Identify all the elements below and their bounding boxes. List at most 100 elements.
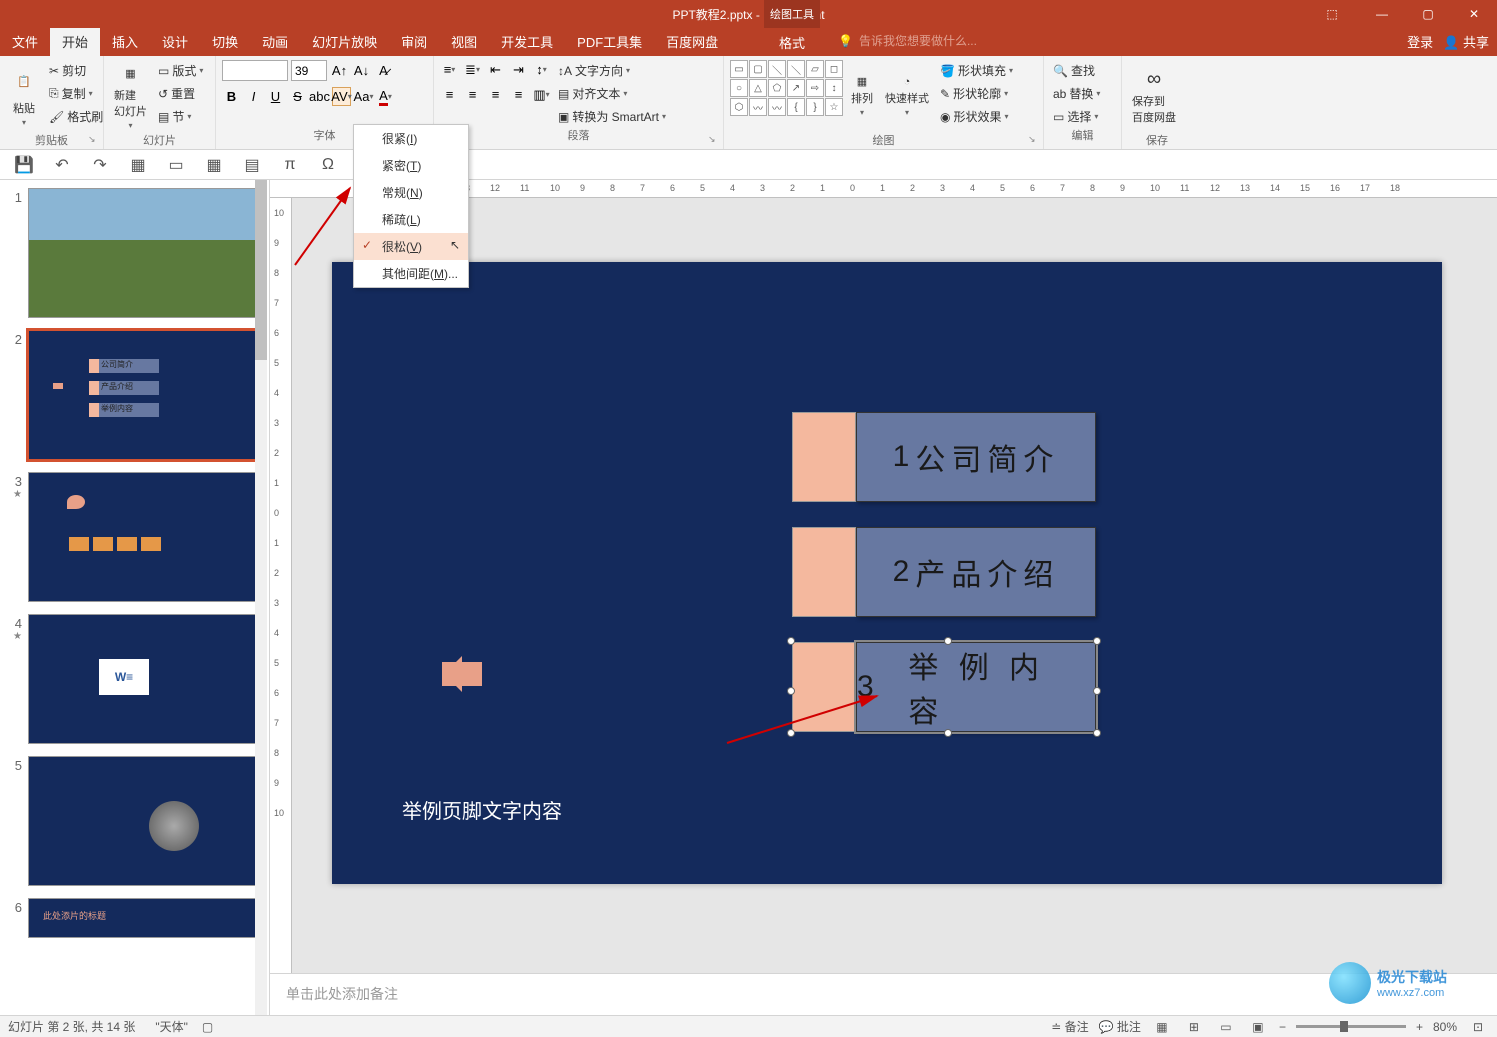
arrange-button[interactable]: ▦排列▾ <box>847 60 877 132</box>
font-color-button[interactable]: A▾ <box>376 87 395 106</box>
tab-insert[interactable]: 插入 <box>100 27 150 56</box>
shape-outline-button[interactable]: ✎形状轮廓▾ <box>937 83 1016 104</box>
shapes-gallery[interactable]: ▭▢＼＼▱◻ ○△⬠↗⇨↕ ⬡〰〰{}☆ <box>730 60 843 116</box>
tab-review[interactable]: 审阅 <box>389 27 439 56</box>
align-right-button[interactable]: ≡ <box>486 85 505 104</box>
columns-button[interactable]: ▥▾ <box>532 85 551 104</box>
bullets-button[interactable]: ≡▾ <box>440 60 459 79</box>
maximize-button[interactable]: ▢ <box>1405 0 1451 28</box>
tab-pdf[interactable]: PDF工具集 <box>565 27 654 56</box>
spacing-tight[interactable]: 紧密(T) <box>354 152 468 179</box>
tab-developer[interactable]: 开发工具 <box>489 27 565 56</box>
slide-thumbnail-panel[interactable]: 1 2 公司简介 产品介绍 举例内容 3★ 4★ W≡ <box>0 180 270 1015</box>
layout-button[interactable]: ▭版式▾ <box>155 60 206 81</box>
align-text-button[interactable]: ▤对齐文本▾ <box>555 83 669 104</box>
slide-thumb-2[interactable]: 公司简介 产品介绍 举例内容 <box>28 330 261 460</box>
language-indicator[interactable]: "天体" <box>155 1018 188 1035</box>
pink-arrow-shape[interactable] <box>442 662 482 686</box>
increase-indent-button[interactable]: ⇥ <box>509 60 528 79</box>
fit-window-icon[interactable]: ⊡ <box>1467 1018 1489 1036</box>
zoom-slider[interactable] <box>1296 1025 1406 1028</box>
close-button[interactable]: ✕ <box>1451 0 1497 28</box>
ribbon-display-options-icon[interactable]: ⬚ <box>1319 0 1345 28</box>
paragraph-dialog-launcher[interactable]: ↘ <box>708 134 720 146</box>
font-size-select[interactable] <box>291 60 327 81</box>
numbering-button[interactable]: ≣▾ <box>463 60 482 79</box>
convert-smartart-button[interactable]: ▣转换为 SmartArt▾ <box>555 106 669 127</box>
shadow-button[interactable]: abc <box>310 87 329 106</box>
align-left-button[interactable]: ≡ <box>440 85 459 104</box>
tell-me-search[interactable]: 💡 告诉我您想要做什么... <box>838 32 977 49</box>
notes-toggle[interactable]: ≐ 备注 <box>1051 1018 1088 1035</box>
login-link[interactable]: 登录 <box>1407 32 1433 51</box>
underline-button[interactable]: U <box>266 87 285 106</box>
zoom-in-button[interactable]: + <box>1416 1020 1423 1034</box>
spacing-very-tight[interactable]: 很紧(I) <box>354 125 468 152</box>
shape-fill-button[interactable]: 🪣形状填充▾ <box>937 60 1016 81</box>
select-button[interactable]: ▭选择▾ <box>1050 106 1103 127</box>
toc-number-2[interactable] <box>792 527 856 617</box>
slide-footer-text[interactable]: 举例页脚文字内容 <box>402 795 562 824</box>
share-button[interactable]: 👤 共享 <box>1443 32 1489 51</box>
spacing-very-loose[interactable]: 很松(V)↖ <box>354 233 468 260</box>
tab-view[interactable]: 视图 <box>439 27 489 56</box>
qat-equation-icon[interactable]: π <box>280 155 300 175</box>
decrease-font-icon[interactable]: A↓ <box>352 61 371 80</box>
accessibility-icon[interactable]: ▢ <box>202 1020 213 1034</box>
toc-number-3[interactable] <box>792 642 856 732</box>
change-case-button[interactable]: Aa▾ <box>354 87 373 106</box>
reset-button[interactable]: ↺重置 <box>155 83 206 104</box>
slide-thumb-6[interactable]: 此处添片的标题 <box>28 898 261 938</box>
tab-baidu[interactable]: 百度网盘 <box>654 27 730 56</box>
qat-object-icon[interactable]: ▤ <box>242 155 262 175</box>
clipboard-dialog-launcher[interactable]: ↘ <box>88 134 100 146</box>
replace-button[interactable]: ab替换▾ <box>1050 83 1103 104</box>
slide-content[interactable]: 1公司简介 2 产品介绍 3 举 例 内 容 <box>332 262 1442 884</box>
normal-view-icon[interactable]: ▦ <box>1151 1018 1173 1036</box>
toc-text-1[interactable]: 1公司简介 <box>856 412 1096 502</box>
increase-font-icon[interactable]: A↑ <box>330 61 349 80</box>
text-direction-button[interactable]: ↕A文字方向▾ <box>555 60 669 81</box>
slide-thumb-3[interactable] <box>28 472 261 602</box>
zoom-out-button[interactable]: − <box>1279 1020 1286 1034</box>
tab-home[interactable]: 开始 <box>50 27 100 56</box>
spacing-more[interactable]: 其他间距(M)... <box>354 260 468 287</box>
slide-thumb-5[interactable] <box>28 756 261 886</box>
copy-button[interactable]: ⎘复制▾ <box>46 83 106 104</box>
tab-animation[interactable]: 动画 <box>250 27 300 56</box>
qat-redo-icon[interactable]: ↷ <box>90 155 110 175</box>
qat-save-icon[interactable]: 💾 <box>14 155 34 175</box>
minimize-button[interactable]: — <box>1359 0 1405 28</box>
vertical-ruler[interactable]: 10987654321012345678910 <box>270 198 292 973</box>
decrease-indent-button[interactable]: ⇤ <box>486 60 505 79</box>
paste-button[interactable]: 📋 粘贴 ▾ <box>6 60 42 132</box>
slide-thumb-4[interactable]: W≡ <box>28 614 261 744</box>
qat-symbol-icon[interactable]: Ω <box>318 155 338 175</box>
toc-number-1[interactable] <box>792 412 856 502</box>
sorter-view-icon[interactable]: ⊞ <box>1183 1018 1205 1036</box>
zoom-level[interactable]: 80% <box>1433 1020 1457 1034</box>
tab-slideshow[interactable]: 幻灯片放映 <box>300 27 389 56</box>
slide-thumb-1[interactable] <box>28 188 261 318</box>
qat-undo-icon[interactable]: ↶ <box>52 155 72 175</box>
tab-design[interactable]: 设计 <box>150 27 200 56</box>
reading-view-icon[interactable]: ▭ <box>1215 1018 1237 1036</box>
justify-button[interactable]: ≡ <box>509 85 528 104</box>
qat-touchmode-icon[interactable]: ▦ <box>128 155 148 175</box>
find-button[interactable]: 🔍查找 <box>1050 60 1103 81</box>
font-family-select[interactable] <box>222 60 288 81</box>
tab-format[interactable]: 格式 <box>764 28 820 56</box>
qat-header-icon[interactable]: ▭ <box>166 155 186 175</box>
cut-button[interactable]: ✂剪切 <box>46 60 106 81</box>
tab-file[interactable]: 文件 <box>0 27 50 56</box>
slide-canvas[interactable]: 1公司简介 2 产品介绍 3 举 例 内 容 <box>292 198 1497 973</box>
italic-button[interactable]: I <box>244 87 263 106</box>
save-baidu-button[interactable]: ∞ 保存到 百度网盘 <box>1128 60 1180 132</box>
shape-effects-button[interactable]: ◉形状效果▾ <box>937 106 1016 127</box>
toc-text-3[interactable]: 3 举 例 内 容 <box>856 642 1096 732</box>
strikethrough-button[interactable]: S <box>288 87 307 106</box>
quick-styles-button[interactable]: ◔快速样式▾ <box>881 60 933 132</box>
spacing-normal[interactable]: 常规(N) <box>354 179 468 206</box>
character-spacing-button[interactable]: AV▾ <box>332 87 351 106</box>
drawing-dialog-launcher[interactable]: ↘ <box>1028 134 1040 146</box>
